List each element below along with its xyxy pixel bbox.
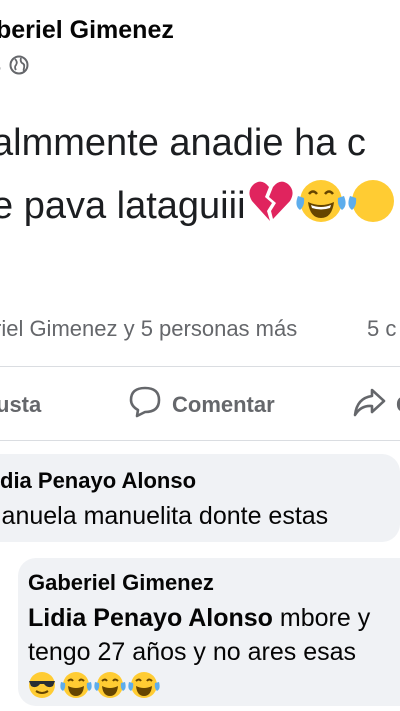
share-button[interactable]: C <box>352 386 400 424</box>
tears-of-joy-icon <box>94 670 126 705</box>
like-button[interactable]: usta <box>0 386 41 424</box>
comment-text: lanuela manuelita donte estas <box>0 502 329 530</box>
post-text-line-2-text: e pava lataguiii <box>0 184 246 227</box>
post-text-line-2: e pava lataguiii <box>0 178 398 234</box>
tears-of-joy-icon <box>295 178 346 234</box>
post-author-name[interactable]: beriel Gimenez <box>0 16 174 45</box>
comment-button-label: Comentar <box>172 392 275 417</box>
post-text-line-1: almmente anadie ha c <box>0 122 366 164</box>
divider <box>0 440 400 441</box>
comment-author[interactable]: Gaberiel Gimenez <box>28 570 214 596</box>
share-icon <box>352 385 386 425</box>
meta-separator: · <box>0 57 3 80</box>
post-meta: · <box>0 55 29 81</box>
comment-text-line-1: Lidia Penayo Alonso mbore y <box>28 604 370 633</box>
tears-of-joy-icon <box>128 670 160 705</box>
tears-of-joy-icon <box>60 670 92 705</box>
broken-heart-icon <box>248 179 294 233</box>
globe-icon <box>9 55 29 81</box>
comment-text-rest: mbore y <box>272 604 371 632</box>
sunglasses-face-icon <box>26 670 58 705</box>
like-button-label: usta <box>0 392 42 417</box>
comment-icon <box>128 385 172 425</box>
tears-of-joy-icon <box>347 178 398 234</box>
share-button-label: C <box>396 392 400 418</box>
reactions-summary[interactable]: riel Gimenez y 5 personas más <box>0 316 297 342</box>
reply-bubble: Gaberiel Gimenez Lidia Penayo Alonso mbo… <box>18 558 400 706</box>
comments-count[interactable]: 5 c <box>367 316 396 342</box>
comment-bubble: dia Penayo Alonso lanuela manuelita dont… <box>0 454 400 542</box>
comment-author[interactable]: dia Penayo Alonso <box>0 468 196 494</box>
comment-text-line-2: tengo 27 años y no ares esas <box>28 638 357 666</box>
comment-emoji-row <box>26 670 162 705</box>
comment-mention[interactable]: Lidia Penayo Alonso <box>28 604 273 632</box>
divider <box>0 366 400 367</box>
comment-button[interactable]: Comentar <box>128 386 275 424</box>
